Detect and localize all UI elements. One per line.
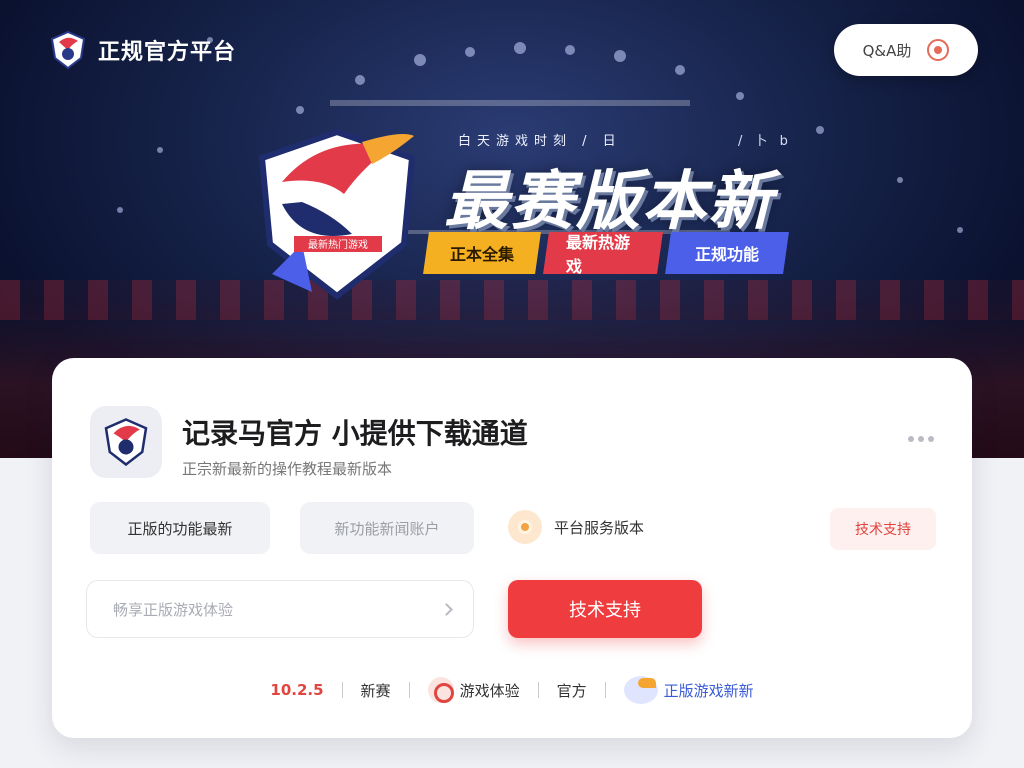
footer-official-link[interactable]: 官方 — [557, 680, 587, 701]
app-title: 记录马官方 小提供下载通道 — [182, 417, 528, 450]
experience-field[interactable]: 畅享正版游戏体验 — [86, 580, 474, 638]
brand-logo-icon — [50, 30, 86, 70]
search-button[interactable]: Q&A助 — [834, 24, 978, 76]
partner-logo-icon — [623, 676, 658, 704]
hero-tagline-right: / 卜 b — [738, 134, 792, 149]
download-card: 记录马官方 小提供下载通道 正宗新最新的操作教程最新版本 正版的功能最新 新功能… — [52, 358, 972, 738]
footer-partner-link[interactable]: 正版游戏新新 — [623, 676, 754, 704]
more-options-icon[interactable] — [908, 436, 934, 442]
app-subtitle: 正宗新最新的操作教程最新版本 — [182, 460, 393, 478]
hero-chip-1[interactable]: 正本全集 — [423, 232, 541, 274]
platform-feature[interactable]: 平台服务版本 — [508, 510, 644, 544]
app-icon — [90, 406, 162, 478]
coin-icon — [508, 510, 542, 544]
divider — [341, 682, 343, 698]
brand[interactable]: 正规官方平台 — [48, 30, 236, 70]
footer-experience-link[interactable]: 游戏体验 — [427, 677, 520, 703]
update-button[interactable]: 正版的功能最新 — [90, 502, 270, 554]
search-icon — [927, 39, 950, 61]
experience-logo-icon — [427, 677, 454, 703]
tech-support-button[interactable]: 技术支持 — [830, 508, 936, 550]
divider — [537, 682, 539, 698]
primary-support-button[interactable]: 技术支持 — [508, 580, 702, 638]
divider — [408, 682, 410, 698]
game-emblem-logo: 最新热门游戏 — [258, 128, 416, 300]
account-button[interactable]: 新功能新闻账户 — [300, 502, 474, 554]
app-logo-icon — [104, 418, 148, 467]
field-placeholder: 畅享正版游戏体验 — [113, 600, 234, 619]
chevron-right-icon — [440, 602, 453, 616]
version-label: 10.2.5 — [270, 681, 324, 699]
feature-label: 平台服务版本 — [554, 518, 645, 537]
divider — [604, 682, 606, 698]
emblem-badge-text: 最新热门游戏 — [308, 238, 368, 251]
hero-chip-3[interactable]: 正规功能 — [665, 232, 789, 274]
brand-name: 正规官方平台 — [98, 40, 237, 65]
hero-tagline: 白天游戏时刻 / 日 — [458, 134, 622, 149]
card-footer: 10.2.5 新赛 游戏体验 官方 正版游戏新新 — [52, 676, 972, 704]
hero-chip-2[interactable]: 最新热游戏 — [543, 232, 663, 276]
hero-chips: 正本全集 最新热游戏 正规功能 — [423, 232, 789, 276]
search-label: Q&A助 — [862, 41, 912, 60]
footer-download-link[interactable]: 新赛 — [361, 680, 391, 701]
